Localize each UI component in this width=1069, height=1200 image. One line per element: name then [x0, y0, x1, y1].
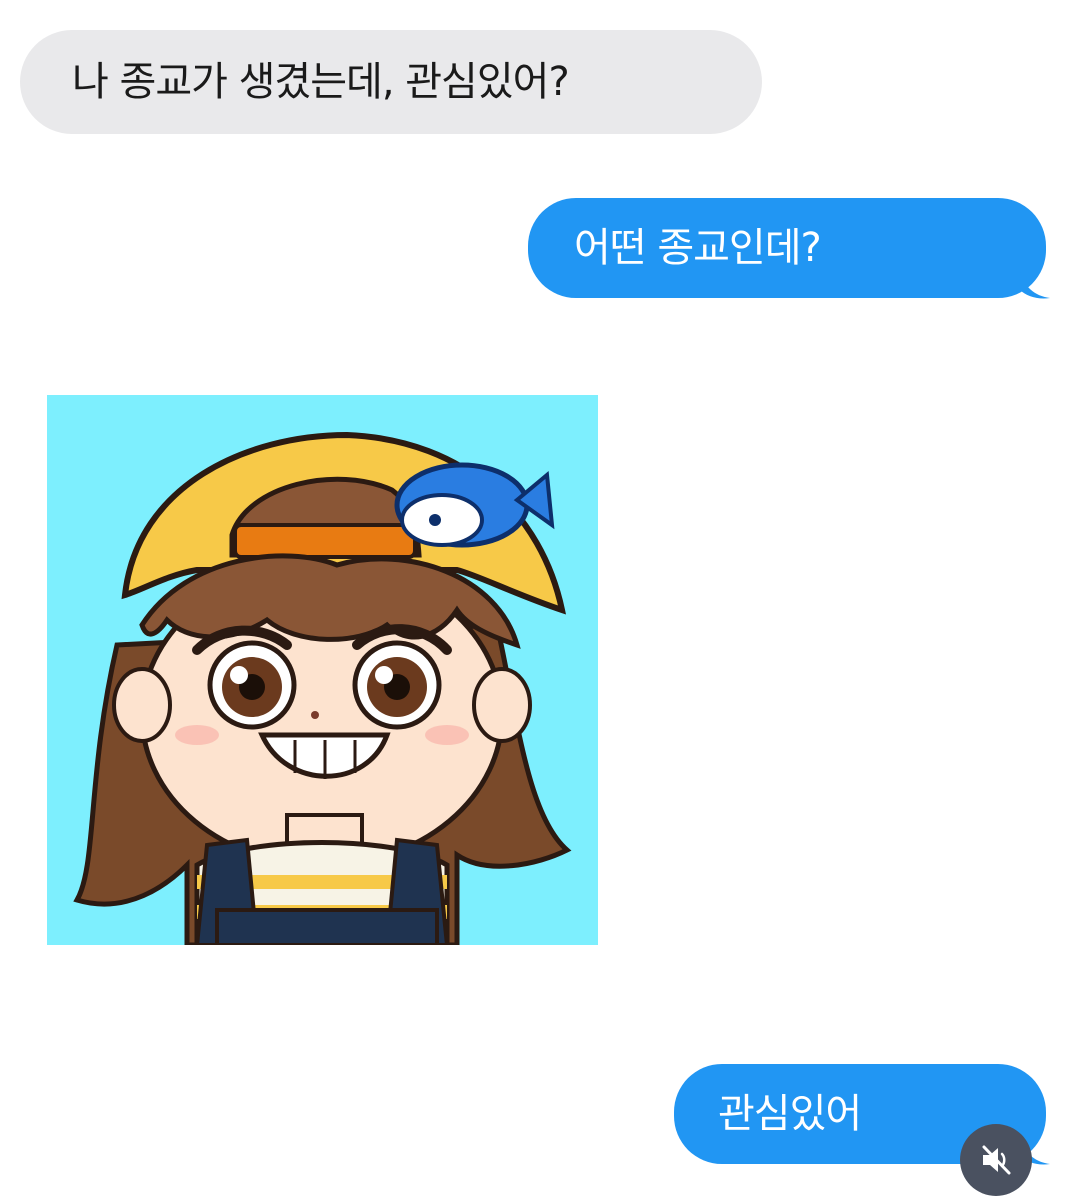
incoming-message-bubble[interactable]: 나 종교가 생겼는데, 관심있어?	[20, 30, 762, 134]
bubble-tail	[1020, 272, 1050, 299]
cartoon-girl-avatar-image	[73, 431, 572, 945]
chat-thread: 나 종교가 생겼는데, 관심있어? 어떤 종교인데? 관심있어	[0, 0, 1069, 1200]
image-message[interactable]	[47, 395, 598, 945]
message-text: 관심있어	[718, 1091, 862, 1137]
speaker-muted-icon	[982, 1145, 1011, 1175]
message-text: 어떤 종교인데?	[574, 225, 822, 271]
mute-button[interactable]	[960, 1124, 1032, 1196]
outgoing-message-bubble[interactable]: 어떤 종교인데?	[528, 198, 1046, 298]
message-text: 나 종교가 생겼는데, 관심있어?	[72, 59, 570, 105]
